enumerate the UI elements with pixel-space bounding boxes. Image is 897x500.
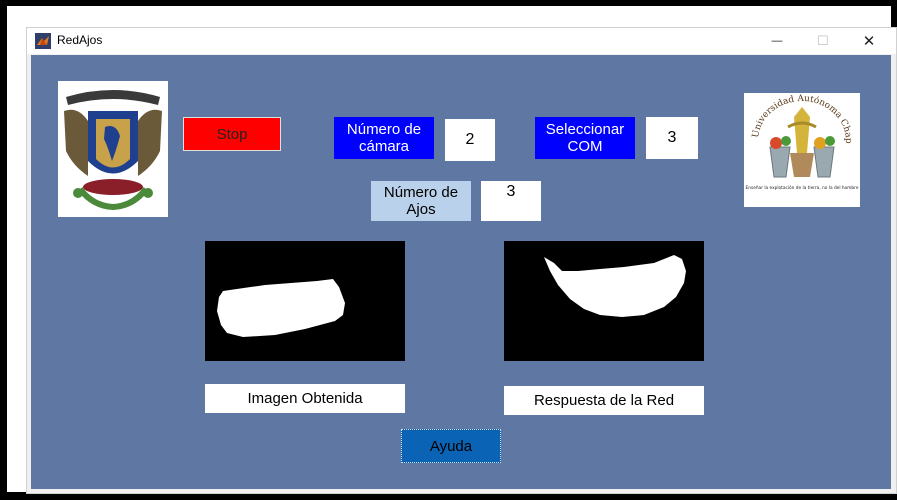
window-title: RedAjos	[57, 33, 103, 47]
image-obtained-label: Imagen Obtenida	[205, 384, 405, 413]
minimize-button[interactable]: —	[754, 28, 800, 54]
captured-garlic-image	[217, 279, 345, 337]
network-response-label: Respuesta de la Red	[504, 386, 704, 415]
maximize-button[interactable]: ☐	[800, 28, 846, 54]
captured-image-axes	[205, 241, 405, 361]
stop-button-label: Stop	[216, 125, 248, 143]
chapingo-motto: Enseñar la explotación de la tierra, no …	[746, 184, 859, 191]
title-bar: RedAjos — ☐ ✕	[27, 28, 896, 54]
network-response-axes	[504, 241, 704, 361]
com-port-field[interactable]: 3	[646, 117, 698, 159]
minimize-icon: —	[771, 35, 783, 47]
unam-crest-logo	[58, 81, 168, 217]
network-response-image	[544, 255, 686, 317]
chapingo-logo: Universidad Autónoma Chapingo Enseñar la…	[741, 86, 860, 207]
garlic-count-field: 3	[481, 181, 541, 221]
unam-logo	[58, 81, 168, 217]
com-select-label: Seleccionar COM	[535, 117, 635, 159]
maximize-icon: ☐	[817, 33, 829, 48]
close-icon: ✕	[862, 33, 876, 50]
chapingo-university-logo: Universidad Autónoma Chapingo Enseñar la…	[741, 86, 860, 207]
close-button[interactable]: ✕	[846, 28, 892, 54]
matlab-icon	[35, 33, 51, 49]
help-button[interactable]: Ayuda	[401, 429, 501, 463]
garlic-count-label: Número de Ajos	[371, 181, 471, 221]
stop-button[interactable]: Stop	[183, 117, 281, 151]
camera-number-field[interactable]: 2	[445, 119, 495, 161]
app-window: RedAjos — ☐ ✕ Stop Número de cámara 2 Se…	[26, 27, 897, 494]
screenshot-frame: RedAjos — ☐ ✕ Stop Número de cámara 2 Se…	[7, 6, 897, 494]
help-button-label: Ayuda	[429, 437, 473, 455]
figure-canvas: Stop Número de cámara 2 Seleccionar COM …	[31, 55, 891, 489]
camera-number-label: Número de cámara	[334, 117, 434, 159]
